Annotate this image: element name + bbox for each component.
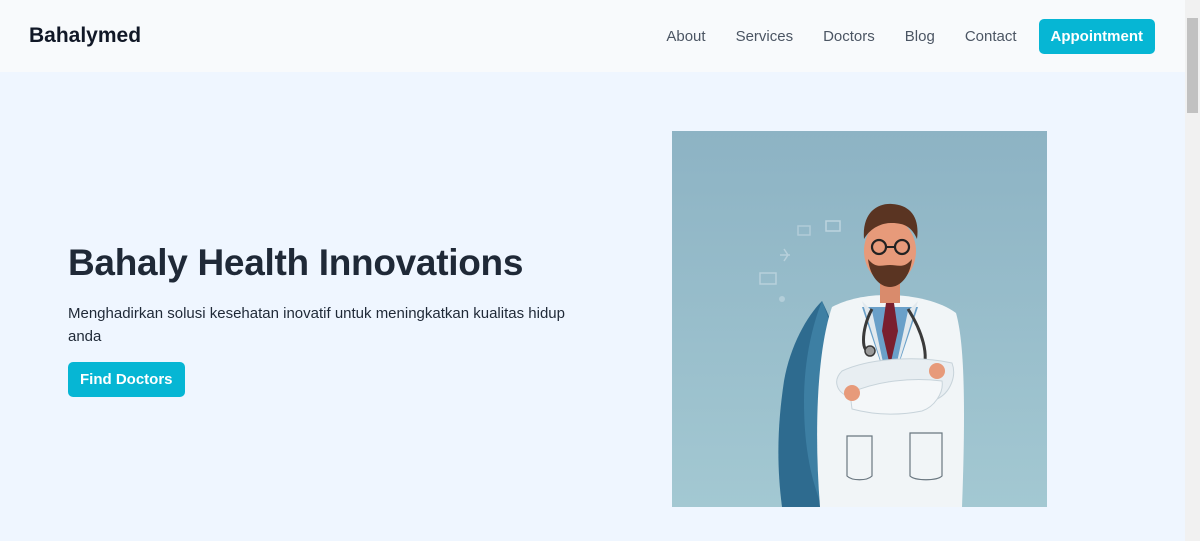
brand-logo[interactable]: Bahalymed — [29, 24, 141, 48]
appointment-button[interactable]: Appointment — [1038, 18, 1155, 54]
page-scrollbar[interactable] — [1185, 0, 1200, 541]
nav-link-services[interactable]: Services — [736, 28, 794, 45]
nav-links: About Services Doctors Blog Contact Appo… — [666, 18, 1155, 54]
doctor-illustration-icon — [672, 131, 1047, 507]
nav-link-contact[interactable]: Contact — [965, 28, 1017, 45]
hero-section: Bahaly Health Innovations Menghadirkan s… — [0, 72, 1185, 541]
find-doctors-button[interactable]: Find Doctors — [68, 362, 185, 397]
hero-title: Bahaly Health Innovations — [68, 242, 524, 283]
scrollbar-thumb[interactable] — [1187, 18, 1198, 113]
nav-link-blog[interactable]: Blog — [905, 28, 935, 45]
nav-link-doctors[interactable]: Doctors — [823, 28, 875, 45]
hero-subtitle: Menghadirkan solusi kesehatan inovatif u… — [68, 305, 565, 345]
nav-link-about[interactable]: About — [666, 28, 705, 45]
navbar: Bahalymed About Services Doctors Blog Co… — [0, 0, 1185, 72]
